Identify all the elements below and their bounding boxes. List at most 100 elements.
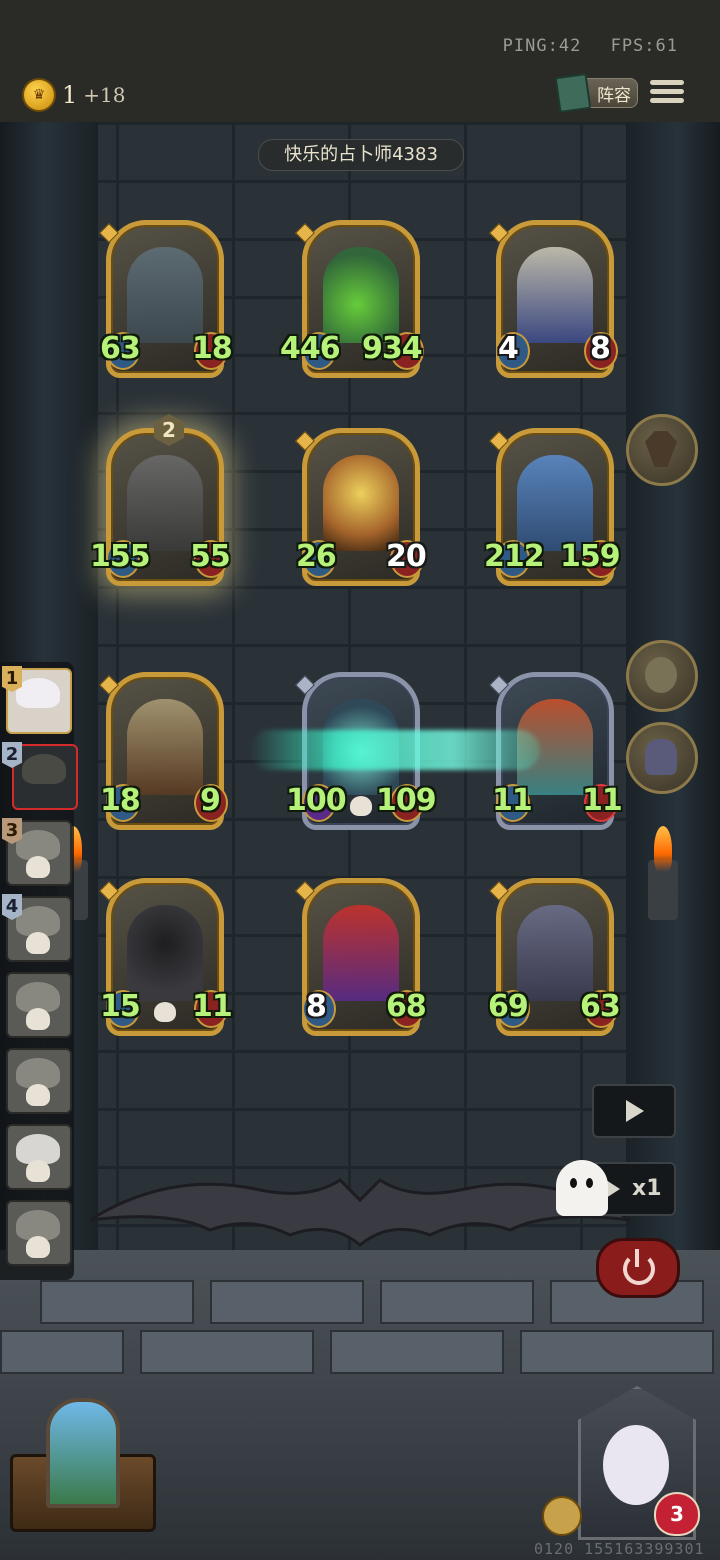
attack-value: 26 <box>296 539 337 574</box>
minion-card[interactable]: 69 63 <box>488 878 621 1036</box>
skull-icon <box>26 1084 50 1106</box>
pocket-watch-button[interactable] <box>626 640 698 712</box>
queue-slot[interactable] <box>6 1200 72 1266</box>
queue-number: 2 <box>2 742 22 768</box>
power-icon <box>623 1253 655 1285</box>
health-value: 20 <box>386 539 427 574</box>
lineup-button[interactable]: 阵容 <box>554 72 638 114</box>
queue-slot[interactable] <box>6 972 72 1038</box>
minion-card[interactable]: 63 18 <box>99 220 233 378</box>
queue-slot[interactable] <box>6 1124 72 1190</box>
health-value: 18 <box>192 331 233 366</box>
health-value: 8 <box>590 331 611 366</box>
queue-number: 3 <box>2 818 22 844</box>
skull-icon <box>26 1236 50 1258</box>
skull-icon <box>26 1160 50 1182</box>
network-stats: PING:42 FPS:61 <box>485 36 678 56</box>
coffin-button[interactable] <box>626 414 698 486</box>
health-value: 11 <box>582 783 623 818</box>
queue-slot[interactable]: 3 <box>2 818 72 886</box>
fps-readout: FPS:61 <box>610 36 678 56</box>
menu-icon <box>650 80 684 85</box>
attack-value: 15 <box>100 989 141 1024</box>
play-button[interactable] <box>592 1084 676 1138</box>
minion-card[interactable]: 8 68 <box>295 878 427 1036</box>
top-bar: PING:42 FPS:61 ♛ 1 +18 阵容 <box>0 0 720 122</box>
health-value: 63 <box>580 989 621 1024</box>
shop-portrait[interactable] <box>10 1398 156 1532</box>
avatar <box>22 754 66 784</box>
surrender-button[interactable] <box>596 1238 680 1298</box>
health-value: 934 <box>362 331 423 366</box>
minion-art <box>323 905 399 1001</box>
health-value: 11 <box>192 989 233 1024</box>
coin-icon: ♛ <box>22 78 56 112</box>
avatar <box>603 1425 669 1505</box>
queue-slot[interactable]: 2 <box>2 742 78 810</box>
skull-icon <box>26 932 50 954</box>
attack-value: 69 <box>488 989 529 1024</box>
minion-card[interactable]: 446 934 <box>280 220 424 378</box>
fast-forward-icon <box>606 1180 620 1198</box>
attack-value: 63 <box>100 331 141 366</box>
ping-readout: PING:42 <box>502 36 582 56</box>
health-value: 109 <box>376 783 437 818</box>
minion-card[interactable]: 15 11 <box>99 878 233 1036</box>
attack-value: 212 <box>484 539 545 574</box>
ghost-mascot <box>556 1160 608 1216</box>
health-value: 55 <box>190 539 231 574</box>
skull-icon <box>26 1008 50 1030</box>
health-value: 68 <box>386 989 427 1024</box>
queue-number: 4 <box>2 894 22 920</box>
health-value: 9 <box>200 783 221 818</box>
attack-value: 155 <box>90 539 151 574</box>
attack-value: 11 <box>492 783 533 818</box>
speed-label: x1 <box>632 1176 662 1201</box>
minion-art <box>127 905 203 1001</box>
coffin-icon <box>645 431 677 467</box>
queue-slot[interactable]: 4 <box>2 894 72 962</box>
menu-button[interactable] <box>650 76 684 108</box>
build-id: 0120 155163399301 <box>534 1540 705 1558</box>
health-value: 159 <box>560 539 621 574</box>
opponent-name: 快乐的占卜师4383 <box>258 139 464 171</box>
minion-art <box>323 455 399 551</box>
attack-value: 8 <box>306 989 327 1024</box>
potion-jar-icon <box>645 739 677 775</box>
skull-icon <box>26 856 50 878</box>
queue-slot[interactable] <box>6 1048 72 1114</box>
minion-art <box>127 455 203 551</box>
minion-card-highlighted[interactable]: 2 155 55 <box>90 414 231 586</box>
gold-income: +18 <box>83 83 126 107</box>
book-icon <box>554 72 592 114</box>
minion-card[interactable]: 4 8 <box>489 220 618 378</box>
opponent-queue: 1 2 3 4 <box>0 662 78 1280</box>
minion-art <box>323 247 399 343</box>
right-torch-flame <box>654 826 672 872</box>
skull-icon <box>154 1002 176 1022</box>
minion-art <box>517 247 593 343</box>
minion-card[interactable]: 26 20 <box>295 428 427 586</box>
pocket-watch-icon <box>645 657 677 693</box>
attack-value: 446 <box>280 331 341 366</box>
minion-card[interactable]: 212 159 <box>484 428 621 586</box>
bat-ornament <box>90 1178 630 1247</box>
gold-amount: 1 <box>62 81 78 109</box>
minion-card[interactable]: 18 9 <box>99 672 228 830</box>
play-icon <box>626 1100 644 1122</box>
lineup-label: 阵容 <box>597 85 631 106</box>
queue-number: 1 <box>2 666 22 692</box>
hero-health: 3 <box>654 1492 700 1536</box>
potion-jar-button[interactable] <box>626 722 698 794</box>
avatar <box>16 678 60 708</box>
attack-beam-effect <box>250 730 540 770</box>
queue-slot[interactable]: 1 <box>2 666 72 734</box>
stained-window-icon <box>46 1398 120 1508</box>
attack-value: 4 <box>498 331 519 366</box>
skull-icon <box>350 796 372 816</box>
bell-icon[interactable] <box>542 1496 582 1536</box>
attack-value: 100 <box>286 783 347 818</box>
attack-value: 18 <box>100 783 141 818</box>
gold-counter: ♛ 1 +18 <box>22 78 126 112</box>
minion-art <box>127 247 203 343</box>
